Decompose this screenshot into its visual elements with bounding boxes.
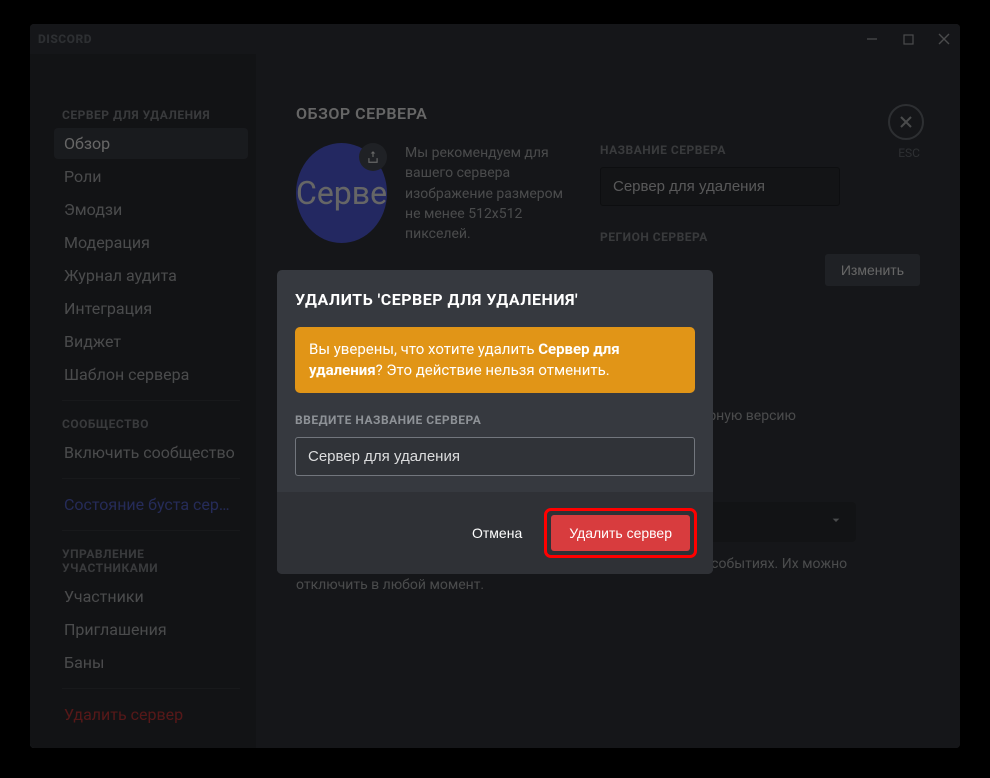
modal-overlay: УДАЛИТЬ 'СЕРВЕР ДЛЯ УДАЛЕНИЯ' Вы уверены… bbox=[30, 24, 960, 748]
delete-server-button[interactable]: Удалить сервер bbox=[551, 515, 690, 551]
warning-post: ? Это действие нельзя отменить. bbox=[376, 361, 610, 379]
cancel-button[interactable]: Отмена bbox=[468, 517, 526, 549]
modal-warning: Вы уверены, что хотите удалить Сервер дл… bbox=[295, 327, 695, 393]
modal-title: УДАЛИТЬ 'СЕРВЕР ДЛЯ УДАЛЕНИЯ' bbox=[295, 290, 695, 309]
modal-input-label: ВВЕДИТЕ НАЗВАНИЕ СЕРВЕРА bbox=[295, 413, 695, 427]
confirm-server-name-input[interactable] bbox=[295, 437, 695, 476]
delete-server-modal: УДАЛИТЬ 'СЕРВЕР ДЛЯ УДАЛЕНИЯ' Вы уверены… bbox=[277, 270, 713, 574]
warning-pre: Вы уверены, что хотите удалить bbox=[309, 340, 538, 358]
delete-button-highlight: Удалить сервер bbox=[544, 508, 697, 558]
